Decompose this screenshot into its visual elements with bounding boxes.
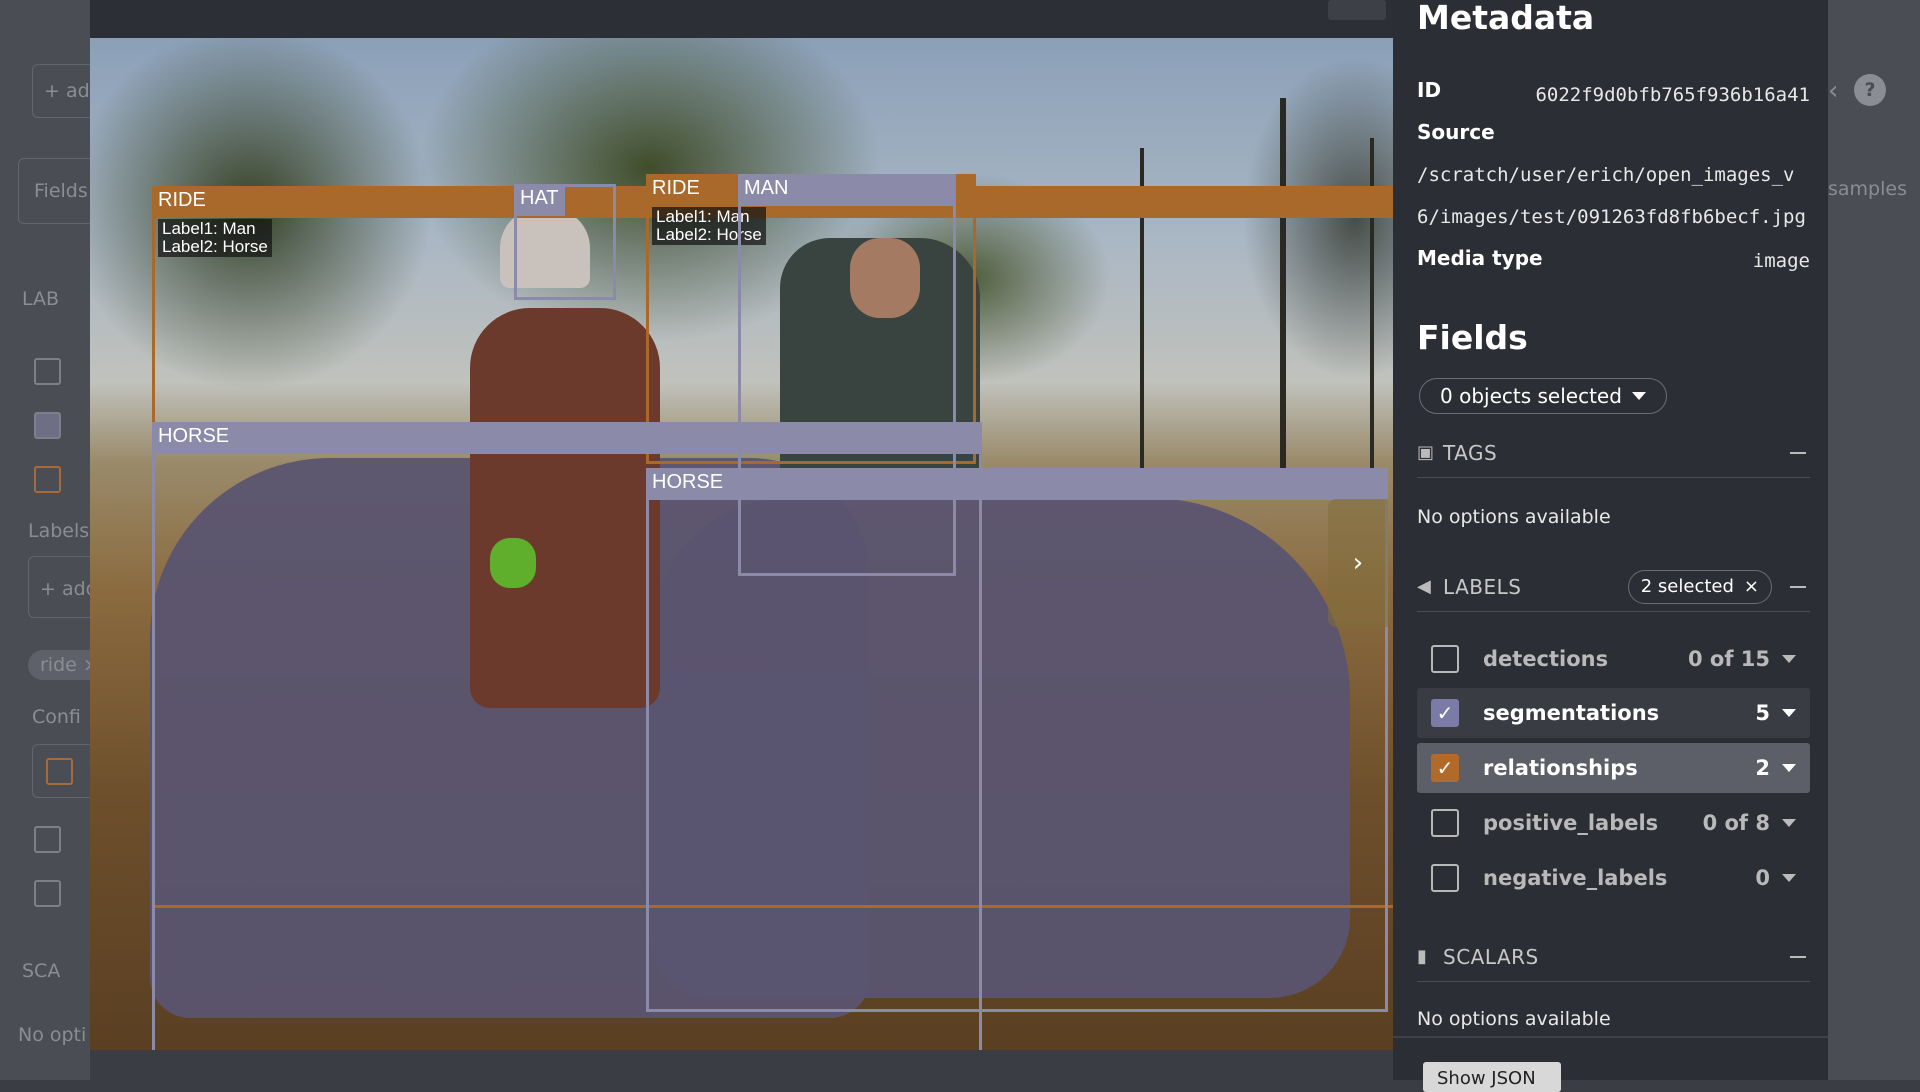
- label-icon: ◀: [1417, 576, 1431, 597]
- caret-down-icon[interactable]: [1782, 819, 1796, 827]
- add-input-label: + add: [40, 578, 90, 600]
- checkbox: [34, 358, 61, 385]
- show-json-button[interactable]: Show JSON: [1423, 1062, 1561, 1092]
- image-viewer[interactable]: RIDE Label1: Man Label2: Horse HAT RIDE L…: [90, 38, 1393, 1050]
- fields-title: Fields: [1417, 318, 1528, 357]
- samples-label: samples: [1828, 178, 1907, 200]
- field-row-negative-labels[interactable]: negative_labels 0: [1417, 853, 1810, 903]
- caret-down-icon: [1631, 392, 1646, 400]
- selected-count-pill[interactable]: 2 selected ×: [1627, 569, 1772, 604]
- field-count: 2: [1755, 756, 1770, 780]
- background-right: ‹ ? samples: [1828, 0, 1920, 1080]
- confidence-label: Confi: [32, 706, 81, 728]
- next-sample-button[interactable]: ›: [1328, 499, 1388, 627]
- tags-empty-text: No options available: [1417, 506, 1611, 528]
- metadata-title: Metadata: [1417, 0, 1595, 37]
- source-label: Source: [1417, 120, 1495, 144]
- checkbox: [46, 758, 73, 785]
- expand-button[interactable]: [1328, 0, 1386, 20]
- field-row-positive-labels[interactable]: positive_labels 0 of 8: [1417, 798, 1810, 848]
- caret-down-icon[interactable]: [1782, 709, 1796, 717]
- scalars-section-label: SCALARS: [1443, 944, 1539, 969]
- field-name: relationships: [1483, 756, 1638, 780]
- bounding-box-hat[interactable]: HAT: [514, 184, 616, 300]
- checkbox[interactable]: [1431, 645, 1459, 673]
- image-icon: ▣: [1417, 442, 1435, 463]
- checkbox[interactable]: [1431, 864, 1459, 892]
- field-count: 0 of 15: [1687, 647, 1770, 671]
- sublabel-line: Label1: Man: [162, 219, 256, 238]
- metadata-panel: Metadata ID 6022f9d0bfb765f936b16a41 Sou…: [1393, 0, 1828, 1080]
- bbox-label: HORSE: [646, 468, 1388, 500]
- checkbox-checked[interactable]: ✓: [1431, 699, 1459, 727]
- scalars-section-header[interactable]: ▮ SCALARS: [1417, 932, 1810, 982]
- labels-section-label: LABELS: [1443, 574, 1522, 599]
- tags-section-label: TAGS: [1443, 440, 1498, 465]
- caret-down-icon[interactable]: [1782, 655, 1796, 663]
- divider: [1393, 1036, 1828, 1038]
- fields-label: Fields: [34, 180, 88, 202]
- field-name: positive_labels: [1483, 811, 1659, 835]
- add-button-label: + add: [44, 80, 90, 102]
- bbox-label: MAN: [738, 174, 956, 206]
- field-name: detections: [1483, 647, 1609, 671]
- chevron-left-icon: ‹: [1828, 76, 1839, 106]
- background-sidebar: + add Fields LAB Labels + add ride × Con…: [0, 0, 90, 1080]
- field-count: 0 of 8: [1702, 811, 1770, 835]
- viewer-topbar: [90, 0, 1393, 38]
- checkbox-checked[interactable]: ✓: [1431, 754, 1459, 782]
- bar-chart-icon: ▮: [1417, 946, 1427, 967]
- scalars-empty-text: No options available: [1417, 1008, 1611, 1030]
- labels-section-header[interactable]: ◀ LABELS 2 selected ×: [1417, 562, 1810, 612]
- checkbox: [34, 826, 61, 853]
- bbox-label: HAT: [514, 184, 565, 216]
- checkbox[interactable]: [1431, 809, 1459, 837]
- field-row-segmentations[interactable]: ✓ segmentations 5: [1417, 688, 1810, 738]
- media-type-value: image: [1752, 250, 1810, 272]
- labels-filter-label: Labels: [28, 520, 90, 542]
- bbox-sublabel: Label1: Man Label2: Horse: [158, 219, 272, 257]
- checkbox: [34, 880, 61, 907]
- objects-selected-dropdown[interactable]: 0 objects selected: [1419, 378, 1667, 414]
- chip: ride ×: [28, 650, 90, 680]
- bounding-box-horse[interactable]: HORSE: [646, 468, 1388, 1012]
- tags-section-header[interactable]: ▣ TAGS: [1417, 428, 1810, 478]
- selected-count-label: 2 selected: [1640, 576, 1734, 597]
- field-name: negative_labels: [1483, 866, 1668, 890]
- bbox-label: HORSE: [152, 422, 982, 454]
- id-label: ID: [1417, 78, 1442, 102]
- no-options-label: No opti: [18, 1024, 87, 1046]
- collapse-icon[interactable]: [1790, 451, 1806, 454]
- labels-section-label: LAB: [22, 288, 60, 310]
- checkbox: [34, 466, 61, 493]
- media-type-label: Media type: [1417, 246, 1543, 270]
- source-value: /scratch/user/erich/open_images_v6/image…: [1417, 164, 1806, 228]
- chevron-right-icon: ›: [1352, 548, 1364, 578]
- caret-down-icon[interactable]: [1782, 874, 1796, 882]
- sublabel-line: Label2: Horse: [162, 237, 268, 256]
- scalars-label: SCA: [22, 960, 61, 982]
- caret-down-icon[interactable]: [1782, 764, 1796, 772]
- id-value: 6022f9d0bfb765f936b16a41: [1535, 84, 1810, 106]
- clear-selection-icon[interactable]: ×: [1744, 576, 1759, 597]
- collapse-icon[interactable]: [1790, 955, 1806, 958]
- field-count: 0: [1755, 866, 1770, 890]
- field-row-relationships[interactable]: ✓ relationships 2: [1417, 743, 1810, 793]
- field-row-detections[interactable]: detections 0 of 15: [1417, 634, 1810, 684]
- field-count: 5: [1755, 701, 1770, 725]
- objects-selected-label: 0 objects selected: [1440, 384, 1622, 408]
- collapse-icon[interactable]: [1790, 585, 1806, 588]
- help-icon: ?: [1854, 74, 1886, 106]
- field-name: segmentations: [1483, 701, 1660, 725]
- checkbox: [34, 412, 61, 439]
